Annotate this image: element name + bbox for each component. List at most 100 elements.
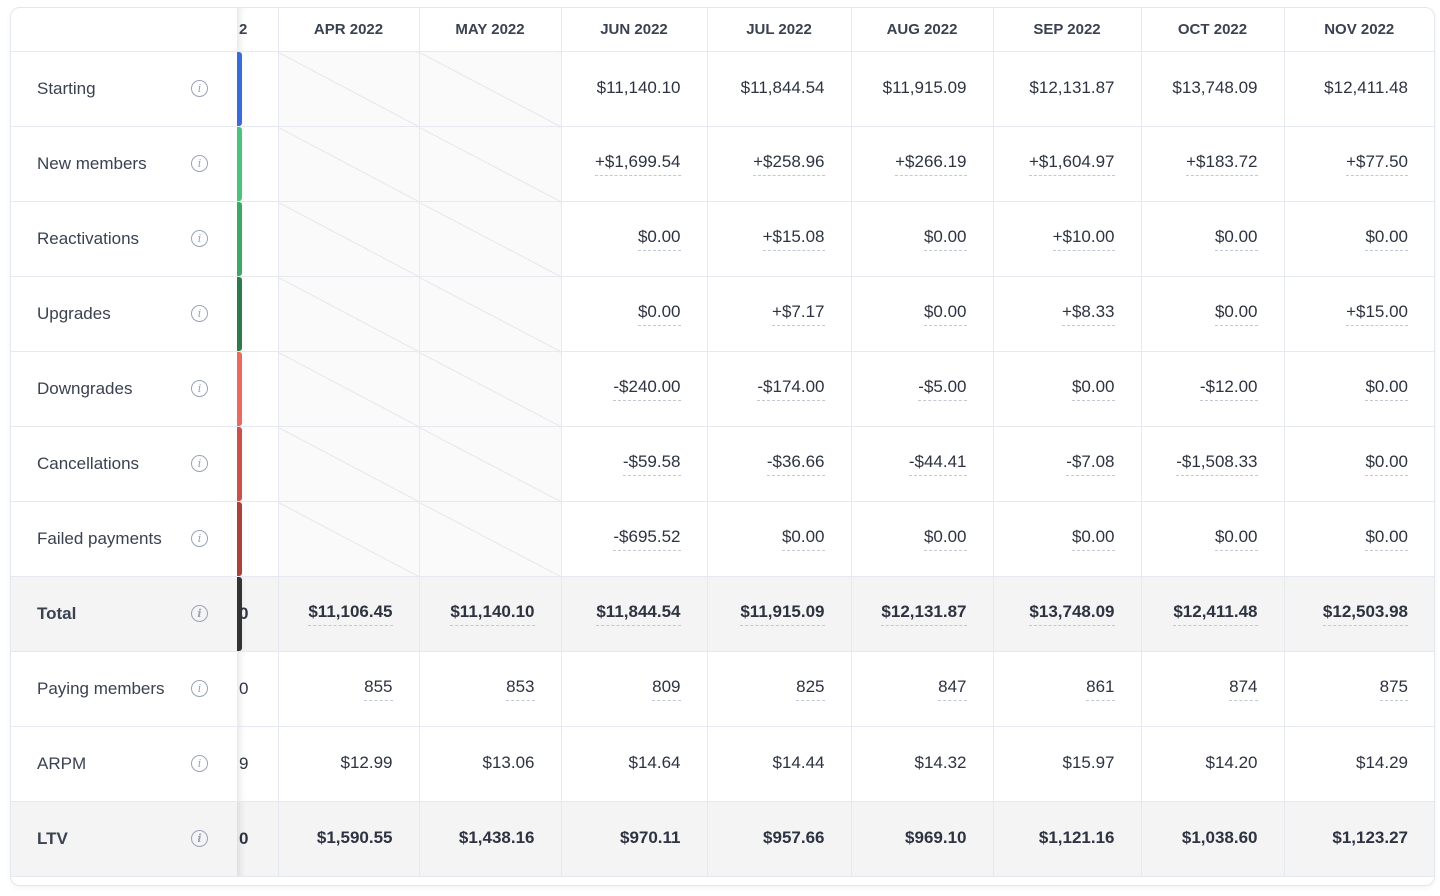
- cell-value[interactable]: $12,503.98: [1322, 602, 1408, 626]
- cell-value[interactable]: $0.00: [1365, 377, 1408, 401]
- cell-value[interactable]: 874: [1229, 677, 1258, 701]
- cell-value[interactable]: 847: [938, 677, 967, 701]
- value-cell: $11,844.54: [706, 51, 851, 127]
- cell-value[interactable]: $0.00: [637, 302, 681, 326]
- cell-value[interactable]: -$44.41: [908, 452, 967, 476]
- row-label: Downgrades i: [11, 351, 237, 427]
- cell-value[interactable]: -$240.00: [613, 377, 681, 401]
- value-cell: $11,140.10: [560, 51, 707, 127]
- value-cell: $0.00: [560, 201, 707, 277]
- cell-value[interactable]: 853: [506, 677, 535, 701]
- cell-value[interactable]: $0.00: [1214, 527, 1258, 551]
- cell-value[interactable]: -$59.58: [622, 452, 681, 476]
- partial-month-cell: 0: [237, 576, 278, 652]
- cell-value[interactable]: $11,106.45: [308, 602, 393, 626]
- cell-value[interactable]: -$7.08: [1066, 452, 1115, 476]
- cell-value[interactable]: +$15.08: [762, 227, 825, 251]
- value-cell: -$695.52: [560, 501, 707, 577]
- cell-value[interactable]: $0.00: [1071, 527, 1115, 551]
- info-circle-icon[interactable]: i: [191, 755, 208, 772]
- cell-value[interactable]: $0.00: [923, 302, 967, 326]
- cell-value[interactable]: +$266.19: [895, 152, 967, 176]
- cell-value[interactable]: $0.00: [1214, 302, 1258, 326]
- cell-value[interactable]: +$183.72: [1186, 152, 1258, 176]
- value-cell: $1,590.55: [277, 801, 419, 877]
- cell-value[interactable]: $0.00: [1214, 227, 1258, 251]
- value-cell: $0.00: [1140, 201, 1284, 277]
- value-cell: $12,131.87: [850, 576, 993, 652]
- cell-value[interactable]: +$7.17: [772, 302, 825, 326]
- cell-value[interactable]: $0.00: [1365, 227, 1408, 251]
- value-cell: $0.00: [850, 276, 993, 352]
- cell-value[interactable]: $12,411.48: [1173, 602, 1258, 626]
- value-cell: -$59.58: [560, 426, 707, 502]
- info-circle-icon[interactable]: i: [191, 155, 208, 172]
- info-circle-icon[interactable]: i: [191, 80, 208, 97]
- cell-value[interactable]: $11,844.54: [596, 602, 681, 626]
- value-cell: $12,503.98: [1283, 576, 1434, 652]
- value-cell: $11,915.09: [706, 576, 851, 652]
- value-cell: $14.20: [1140, 726, 1284, 802]
- value-cell: $0.00: [1283, 201, 1434, 277]
- cell-value[interactable]: $13,748.09: [1029, 602, 1115, 626]
- info-circle-icon[interactable]: i: [191, 230, 208, 247]
- cell-value[interactable]: $0.00: [1071, 377, 1115, 401]
- info-circle-icon[interactable]: i: [191, 380, 208, 397]
- cell-value: $11,915.09: [882, 77, 967, 97]
- cell-value[interactable]: 855: [364, 677, 393, 701]
- cell-value[interactable]: +$77.50: [1346, 152, 1408, 176]
- month-header: APR 2022: [277, 8, 419, 52]
- value-cell: $13.06: [418, 726, 561, 802]
- info-circle-icon[interactable]: i: [191, 830, 208, 847]
- cell-value[interactable]: $0.00: [1365, 452, 1408, 476]
- value-cell: 847: [850, 651, 993, 727]
- header-row: 2 APR 2022 MAY 2022 JUN 2022 JUL 2022 AUG 20…: [11, 8, 1434, 52]
- value-cell: $11,844.54: [560, 576, 707, 652]
- cell-value[interactable]: $11,915.09: [740, 602, 825, 626]
- cell-value[interactable]: 825: [796, 677, 825, 701]
- cell-value[interactable]: $12,131.87: [881, 602, 967, 626]
- value-cell: $11,915.09: [850, 51, 993, 127]
- info-circle-icon[interactable]: i: [191, 530, 208, 547]
- value-cell: 853: [418, 651, 561, 727]
- cell-value[interactable]: $0.00: [637, 227, 681, 251]
- cell-value[interactable]: +$1,699.54: [594, 152, 681, 176]
- value-cell: $0.00: [560, 276, 707, 352]
- cell-value[interactable]: -$695.52: [613, 527, 681, 551]
- cell-value[interactable]: +$15.00: [1346, 302, 1408, 326]
- cell-value[interactable]: -$5.00: [918, 377, 967, 401]
- cell-value[interactable]: -$12.00: [1199, 377, 1258, 401]
- cell-value[interactable]: +$8.33: [1062, 302, 1115, 326]
- cell-value[interactable]: -$36.66: [766, 452, 825, 476]
- info-circle-icon[interactable]: i: [191, 605, 208, 622]
- cell-value[interactable]: +$10.00: [1052, 227, 1115, 251]
- cell-value[interactable]: $11,140.10: [450, 602, 535, 626]
- value-cell: $12,411.48: [1140, 576, 1284, 652]
- cell-value[interactable]: 875: [1379, 677, 1408, 701]
- value-cell: +$10.00: [992, 201, 1141, 277]
- row-label-text: Total: [37, 604, 77, 623]
- cell-value[interactable]: 861: [1086, 677, 1115, 701]
- cell-value[interactable]: +$258.96: [753, 152, 825, 176]
- info-circle-icon[interactable]: i: [191, 305, 208, 322]
- partial-value: 9: [239, 754, 249, 773]
- info-circle-icon[interactable]: i: [191, 680, 208, 697]
- value-cell: $957.66: [706, 801, 851, 877]
- cell-value[interactable]: 809: [652, 677, 681, 701]
- row-label: Cancellations i: [11, 426, 237, 502]
- cell-value[interactable]: $0.00: [781, 527, 825, 551]
- cell-value[interactable]: -$1,508.33: [1176, 452, 1258, 476]
- row-label: Reactivations i: [11, 201, 237, 277]
- cell-value[interactable]: +$1,604.97: [1028, 152, 1115, 176]
- info-circle-icon[interactable]: i: [191, 455, 208, 472]
- cell-value[interactable]: $0.00: [923, 527, 967, 551]
- month-header: JUN 2022: [560, 8, 707, 52]
- cell-value[interactable]: -$174.00: [757, 377, 825, 401]
- row-label: Upgrades i: [11, 276, 237, 352]
- row-label: New members i: [11, 126, 237, 202]
- value-cell: -$36.66: [706, 426, 851, 502]
- value-cell: [277, 426, 419, 502]
- value-cell: [277, 201, 419, 277]
- cell-value[interactable]: $0.00: [1365, 527, 1408, 551]
- cell-value[interactable]: $0.00: [923, 227, 967, 251]
